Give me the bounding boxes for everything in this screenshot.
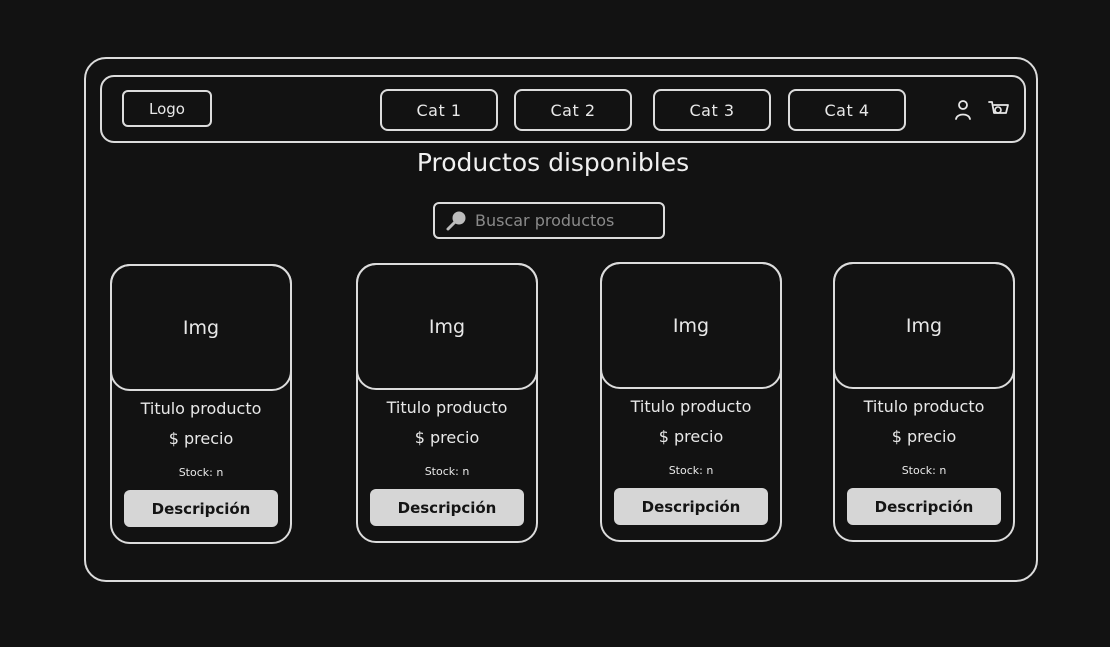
search-bar[interactable] [433, 202, 665, 239]
product-image-label: Img [672, 314, 710, 337]
nav-category-label: Cat 4 [824, 100, 870, 120]
nav-category-3[interactable]: Cat 3 [653, 89, 771, 131]
product-title: Titulo producto [386, 398, 508, 417]
logo-label: Logo [149, 99, 185, 118]
product-title: Titulo producto [630, 397, 752, 416]
product-image: Img [600, 262, 782, 389]
description-button[interactable]: Descripción [614, 488, 768, 525]
user-icon[interactable] [951, 98, 975, 122]
product-card: Img Titulo producto $ precio Stock: n De… [110, 264, 292, 544]
nav-category-label: Cat 2 [550, 100, 596, 120]
page-title-text: Productos disponibles [416, 148, 690, 177]
product-price: $ precio [891, 427, 957, 446]
product-image: Img [356, 263, 538, 390]
product-title: Titulo producto [863, 397, 985, 416]
description-button[interactable]: Descripción [370, 489, 524, 526]
description-button[interactable]: Descripción [124, 490, 278, 527]
description-button[interactable]: Descripción [847, 488, 1001, 525]
product-image-label: Img [182, 316, 220, 339]
product-image: Img [833, 262, 1015, 389]
product-stock: Stock: n [178, 466, 224, 479]
page-title: Productos disponibles [0, 148, 1110, 177]
product-price: $ precio [658, 427, 724, 446]
product-image-label: Img [905, 314, 943, 337]
product-card: Img Titulo producto $ precio Stock: n De… [356, 263, 538, 543]
product-card: Img Titulo producto $ precio Stock: n De… [600, 262, 782, 542]
search-input[interactable] [475, 211, 655, 230]
nav-category-2[interactable]: Cat 2 [514, 89, 632, 131]
product-price: $ precio [168, 429, 234, 448]
cart-icon[interactable] [987, 98, 1011, 122]
nav-category-label: Cat 1 [416, 100, 462, 120]
product-card: Img Titulo producto $ precio Stock: n De… [833, 262, 1015, 542]
nav-category-label: Cat 3 [689, 100, 735, 120]
search-icon [446, 211, 466, 230]
product-stock: Stock: n [424, 465, 470, 478]
product-price: $ precio [414, 428, 480, 447]
nav-category-1[interactable]: Cat 1 [380, 89, 498, 131]
product-title: Titulo producto [140, 399, 262, 418]
nav-category-4[interactable]: Cat 4 [788, 89, 906, 131]
product-image-label: Img [428, 315, 466, 338]
product-stock: Stock: n [901, 464, 947, 477]
product-image: Img [110, 264, 292, 391]
logo[interactable]: Logo [122, 90, 212, 127]
product-stock: Stock: n [668, 464, 714, 477]
